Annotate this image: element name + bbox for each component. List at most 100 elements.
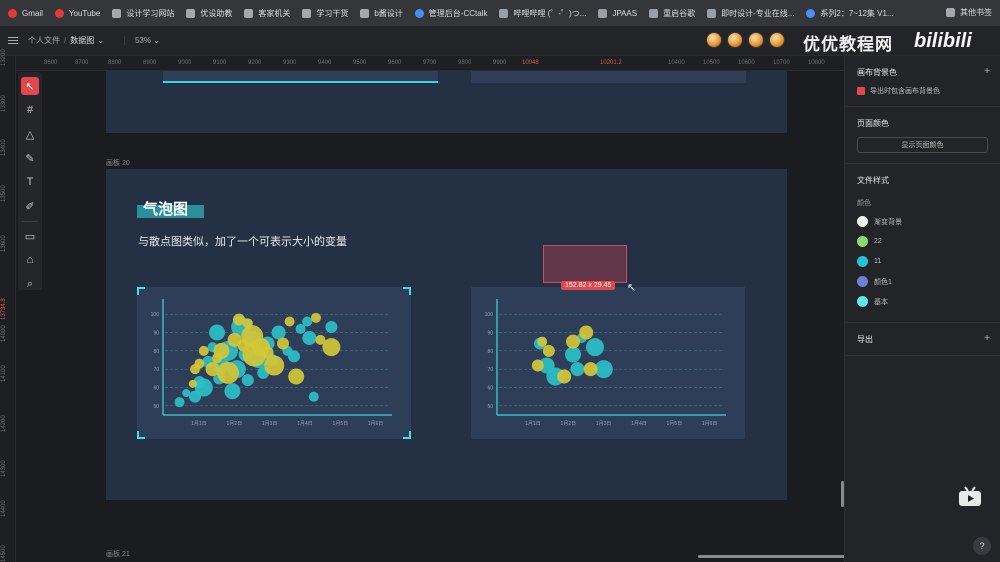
bubble [188,379,197,388]
artboard-19-card-left[interactable] [163,71,438,83]
show-page-color-button[interactable]: 显示页面颜色 [857,137,988,153]
color-swatch-icon [857,276,868,287]
breadcrumb-parent[interactable]: 个人文件 [28,35,60,46]
bookmark-0[interactable]: Gmail [8,8,43,18]
bubble [182,389,191,397]
collaborator-avatars[interactable] [706,32,790,48]
page-color-section: 页面颜色 显示页面颜色 [845,107,1000,164]
bubble-chart-right[interactable]: 50 60 70 80 90 100 1月1日 1月2日 1月3日 1月4日 1月5日 1月6日 [471,287,745,439]
artboard-20[interactable]: 气泡图 与散点图类似，加了一个可表示大小的变量 50 60 70 80 90 100 1月1… [106,169,787,500]
bookmark-2[interactable]: 设计学习网站 [112,8,174,19]
design-canvas[interactable]: 画板 20 气泡图 与散点图类似，加了一个可表示大小的变量 50 60 70 80 90… [42,71,844,562]
bookmark-4[interactable]: 客家机关 [244,8,290,19]
breadcrumb: 个人文件 / 数据图 ⌄ [28,35,104,46]
color-style-item[interactable]: 11 [857,256,988,267]
pencil-tool-icon[interactable]: ✐ [21,197,39,215]
doc-icon [806,8,816,18]
bookmark-10[interactable]: 重启谷歌 [649,8,695,19]
y-tick-label: 90 [153,331,159,337]
ruler-tick: 10600 [738,60,755,66]
bubble-chart-card-right[interactable]: 50 60 70 80 90 100 1月1日 1月2日 1月3日 1月4日 1月5日 1月6日 [471,287,745,439]
tool-palette: ↖ # △ ✎ T ✐ ▭ ⌂ ⌕ [18,72,42,290]
bookmark-label: YouTube [68,8,101,18]
bookmark-8[interactable]: 哔哩哔哩 (゜-゜)つ... [499,8,586,19]
color-style-item[interactable]: 渐变背景 [857,216,988,227]
frame-tool-icon[interactable]: # [21,101,39,119]
ruler-tick: 8800 [108,60,122,66]
bubble [579,325,594,340]
color-swatch-icon [857,256,868,267]
bubble [217,361,239,384]
bookmark-9[interactable]: JPAAS [598,8,637,18]
export-title: 导出 [857,335,873,344]
artboard-19[interactable] [106,71,787,133]
bubble [264,355,285,376]
add-export-icon[interactable]: + [984,333,990,344]
ruler-tick: 8700 [75,60,89,66]
folder-icon [186,8,196,18]
checkbox-checked-icon[interactable] [857,87,865,95]
shape-tool-icon[interactable]: △ [21,125,39,143]
board-subtitle[interactable]: 与散点图类似，加了一个可表示大小的变量 [138,233,347,249]
ruler-tick: 14300 [1,460,7,477]
selection-size-tag: 152.82 x 29.45 [561,281,616,290]
text-tool-icon[interactable]: T [21,173,39,191]
export-bg-checkbox[interactable]: 导出时包含画布背景色 [857,86,988,96]
bubble [308,391,319,402]
avatar[interactable] [706,32,722,48]
ruler-tick: 14400 [1,500,7,517]
bubble [565,346,581,363]
bilibili-logo: bilibili [914,30,972,52]
bubble [325,321,338,333]
search-tool-icon[interactable]: ⌕ [21,275,39,293]
bookmark-label: Gmail [22,8,43,18]
bilibili-icon [499,8,509,18]
hamburger-menu-icon[interactable] [8,35,18,46]
ruler-tick: 10048 [522,60,539,66]
add-icon[interactable]: + [984,66,990,77]
bookmark-12[interactable]: 系列2：7~12集 V1... [806,8,894,19]
y-tick-label: 100 [485,312,494,318]
comment-tool-icon[interactable]: ▭ [21,227,39,245]
bubble [302,331,317,345]
bookmark-11[interactable]: 即时设计-专业在线... [707,8,794,19]
ruler-tick: 10201.2 [600,60,622,66]
bookmark-3[interactable]: 优设助教 [186,8,232,19]
board-title[interactable]: 气泡图 [143,198,188,219]
ruler-tick: 8600 [44,60,58,66]
move-tool-icon[interactable]: ↖ [21,77,39,95]
bubble-chart-card-left[interactable]: 50 60 70 80 90 100 1月1日 1月2日 1月3日 1月4日 1月5日 1月6日 [137,287,411,439]
color-style-item[interactable]: 颜色1 [857,276,988,287]
horizontal-scrollbar[interactable] [698,555,844,558]
color-style-item[interactable]: 22 [857,236,988,247]
help-button[interactable]: ? [973,537,991,555]
horizontal-ruler: 8600 8700 8800 8900 9000 9100 9200 9300 9400 9500… [16,56,844,71]
bookmark-6[interactable]: b酱设计 [360,8,403,19]
selection-box[interactable] [543,245,627,283]
artboard-20-label[interactable]: 画板 20 [106,158,130,168]
artboard-19-card-right[interactable] [471,71,746,83]
plugin-tool-icon[interactable]: ⌂ [21,251,39,269]
pen-tool-icon[interactable]: ✎ [21,149,39,167]
avatar[interactable] [748,32,764,48]
chevron-down-icon[interactable]: ⌄ [97,36,104,45]
ruler-tick: 9900 [493,60,507,66]
bookmark-label: 优设助教 [200,8,233,18]
breadcrumb-current[interactable]: 数据图 [70,35,94,46]
ruler-tick: 13600 [1,235,7,252]
bookmark-7[interactable]: 管理后台-CCtalk [414,8,487,19]
x-tick-label: 1月3日 [262,421,278,427]
bubble-chart-left[interactable]: 50 60 70 80 90 100 1月1日 1月2日 1月3日 1月4日 1月5日 1月6日 [137,287,411,439]
color-style-item[interactable]: 基本 [857,296,988,307]
zoom-level[interactable]: 53% ⌄ [123,36,160,45]
bubble [583,362,598,377]
y-tick-label: 60 [153,386,159,392]
x-tick-label: 1月6日 [702,421,718,427]
artboard-21-label[interactable]: 画板 21 [106,549,130,559]
bookmark-5[interactable]: 学习干货 [302,8,348,19]
avatar[interactable] [769,32,785,48]
x-tick-label: 1月4日 [297,421,313,427]
other-bookmarks[interactable]: 其他书签 [946,7,992,18]
bookmark-1[interactable]: YouTube [54,8,101,18]
avatar[interactable] [727,32,743,48]
